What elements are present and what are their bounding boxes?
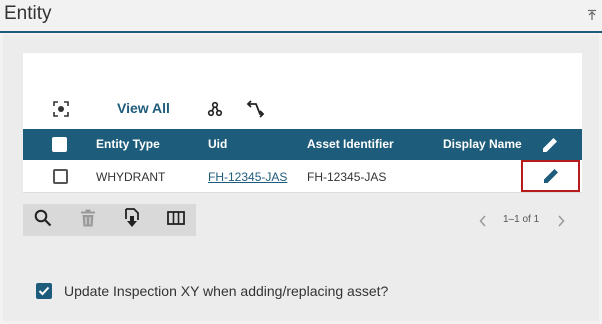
table-row[interactable]: WHYDRANT FH-12345-JAS FH-12345-JAS <box>23 160 582 193</box>
table-header: Entity Type Uid Asset Identifier Display… <box>23 129 582 160</box>
update-inspection-checkbox[interactable] <box>36 283 52 299</box>
search-button[interactable] <box>23 204 63 236</box>
view-all-link[interactable]: View All <box>117 100 170 116</box>
file-download-icon <box>124 207 140 233</box>
chevron-right-icon[interactable] <box>554 211 568 231</box>
panel-header: Entity <box>0 0 602 33</box>
update-inspection-option: Update Inspection XY when adding/replaci… <box>36 282 388 300</box>
pencil-icon[interactable] <box>540 135 560 155</box>
column-header-uid[interactable]: Uid <box>208 137 227 151</box>
cell-entity-type: WHYDRANT <box>96 170 166 184</box>
action-bar <box>23 204 196 236</box>
swap-arrows-icon[interactable] <box>244 98 266 120</box>
cell-uid-link[interactable]: FH-12345-JAS <box>208 170 287 184</box>
search-icon <box>34 209 52 232</box>
panel-title: Entity <box>4 3 52 24</box>
edit-row-button[interactable] <box>521 160 580 192</box>
row-checkbox[interactable] <box>53 169 68 184</box>
hierarchy-icon[interactable] <box>206 100 224 118</box>
select-all-checkbox[interactable] <box>52 137 67 152</box>
pencil-icon <box>541 166 561 186</box>
columns-icon <box>167 210 185 230</box>
column-header-entity-type[interactable]: Entity Type <box>96 137 160 151</box>
chevron-left-icon[interactable] <box>476 211 490 231</box>
pagination: 1–1 of 1 <box>470 211 580 231</box>
column-header-asset-identifier[interactable]: Asset Identifier <box>307 137 394 151</box>
update-inspection-label: Update Inspection XY when adding/replaci… <box>64 283 389 299</box>
focus-target-icon[interactable] <box>52 100 70 118</box>
page-count: 1–1 of 1 <box>503 214 540 225</box>
cell-asset-identifier: FH-12345-JAS <box>307 170 387 184</box>
column-header-display-name[interactable]: Display Name <box>443 137 522 151</box>
columns-button[interactable] <box>156 204 196 236</box>
export-button[interactable] <box>112 204 152 236</box>
delete-button[interactable] <box>68 204 108 236</box>
pin-top-icon[interactable] <box>587 8 597 20</box>
trash-icon <box>80 209 96 232</box>
